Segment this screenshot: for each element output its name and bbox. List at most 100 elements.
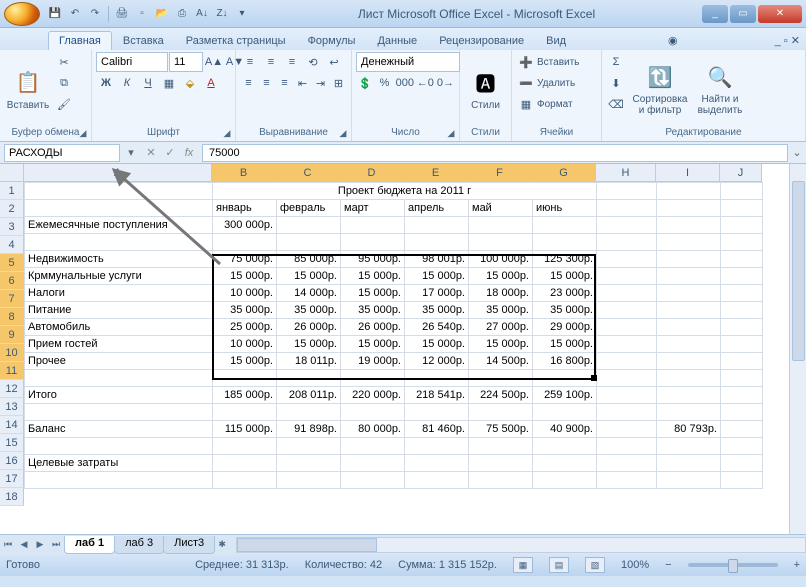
cell[interactable]: [277, 455, 341, 472]
fill-color-icon[interactable]: ⬙: [180, 73, 200, 93]
cell[interactable]: 15 000р.: [341, 268, 405, 285]
cell[interactable]: 26 540р.: [405, 319, 469, 336]
qat-dropdown-icon[interactable]: ▾: [233, 5, 251, 23]
delete-cells-icon[interactable]: ➖: [516, 73, 536, 93]
cell[interactable]: [597, 285, 657, 302]
cell[interactable]: [597, 336, 657, 353]
column-headers[interactable]: ABCDEFGHIJ: [24, 164, 762, 182]
font-launcher-icon[interactable]: ◢: [221, 127, 233, 139]
cell[interactable]: [657, 302, 721, 319]
sheet-tab-2[interactable]: лаб 3: [114, 536, 164, 554]
cell[interactable]: [405, 234, 469, 251]
row-header-2[interactable]: 2: [0, 200, 24, 218]
cell[interactable]: 17 000р.: [405, 285, 469, 302]
cell[interactable]: [25, 370, 213, 387]
insert-cells-icon[interactable]: ➕: [516, 52, 536, 72]
cell[interactable]: [597, 370, 657, 387]
cell[interactable]: [25, 183, 213, 200]
cell[interactable]: [721, 336, 763, 353]
align-bottom-icon[interactable]: ≡: [282, 52, 302, 72]
cell[interactable]: 75 500р.: [469, 421, 533, 438]
cell[interactable]: [721, 217, 763, 234]
page-layout-view-icon[interactable]: ▤: [549, 557, 569, 573]
bold-icon[interactable]: Ж: [96, 73, 116, 93]
cell[interactable]: 208 011р.: [277, 387, 341, 404]
cell[interactable]: [657, 455, 721, 472]
enter-formula-icon[interactable]: ✓: [161, 144, 179, 162]
cell[interactable]: [533, 438, 597, 455]
cell[interactable]: [25, 200, 213, 217]
cell[interactable]: [657, 370, 721, 387]
styles-button[interactable]: 🅰 Стили: [464, 52, 507, 126]
cell[interactable]: Питание: [25, 302, 213, 319]
cell[interactable]: Налоги: [25, 285, 213, 302]
cell[interactable]: [533, 404, 597, 421]
zoom-out-icon[interactable]: −: [665, 559, 671, 571]
cell[interactable]: [213, 472, 277, 489]
align-center-icon[interactable]: ≡: [258, 73, 275, 93]
currency-icon[interactable]: 💲: [356, 73, 374, 93]
row-header-4[interactable]: 4: [0, 236, 24, 254]
col-header-D[interactable]: D: [340, 164, 404, 182]
sort-desc-icon[interactable]: Z↓: [213, 5, 231, 23]
row-header-11[interactable]: 11: [0, 362, 24, 380]
cell[interactable]: [405, 404, 469, 421]
open-icon[interactable]: 📂: [153, 5, 171, 23]
cell[interactable]: [469, 438, 533, 455]
maximize-button[interactable]: ▭: [730, 5, 756, 23]
quick-print-icon[interactable]: ⎙: [173, 5, 191, 23]
cell[interactable]: 75 000р.: [213, 251, 277, 268]
row-header-6[interactable]: 6: [0, 272, 24, 290]
cell[interactable]: 23 000р.: [533, 285, 597, 302]
paste-button[interactable]: 📋 Вставить: [4, 52, 52, 126]
cell[interactable]: Ежемесячные поступления: [25, 217, 213, 234]
cell[interactable]: [597, 472, 657, 489]
formula-input[interactable]: 75000: [202, 144, 788, 162]
cell[interactable]: [721, 268, 763, 285]
cell[interactable]: 18 000р.: [469, 285, 533, 302]
cell[interactable]: 26 000р.: [277, 319, 341, 336]
cell[interactable]: 14 000р.: [277, 285, 341, 302]
cell[interactable]: [533, 370, 597, 387]
row-header-7[interactable]: 7: [0, 290, 24, 308]
cell[interactable]: [597, 455, 657, 472]
cell[interactable]: 18 011р.: [277, 353, 341, 370]
zoom-in-icon[interactable]: +: [794, 559, 800, 571]
cell[interactable]: [533, 234, 597, 251]
cell[interactable]: [657, 319, 721, 336]
tab-data[interactable]: Данные: [366, 31, 428, 50]
cell[interactable]: 95 000р.: [341, 251, 405, 268]
row-header-18[interactable]: 18: [0, 488, 24, 506]
cell[interactable]: [657, 387, 721, 404]
cell[interactable]: [341, 370, 405, 387]
office-button[interactable]: [4, 2, 40, 26]
prev-sheet-icon[interactable]: ◀: [16, 537, 32, 553]
col-header-B[interactable]: B: [212, 164, 276, 182]
cell[interactable]: март: [341, 200, 405, 217]
col-header-J[interactable]: J: [720, 164, 762, 182]
orientation-icon[interactable]: ⟲: [303, 52, 323, 72]
name-box[interactable]: РАСХОДЫ: [4, 144, 120, 162]
cell[interactable]: 115 000р.: [213, 421, 277, 438]
clear-icon[interactable]: ⌫: [606, 94, 626, 114]
cell[interactable]: 40 900р.: [533, 421, 597, 438]
cell[interactable]: [657, 404, 721, 421]
cell[interactable]: 14 500р.: [469, 353, 533, 370]
tab-formulas[interactable]: Формулы: [297, 31, 367, 50]
cell[interactable]: 16 800р.: [533, 353, 597, 370]
cell[interactable]: 35 000р.: [469, 302, 533, 319]
cell[interactable]: [341, 438, 405, 455]
sort-asc-icon[interactable]: A↓: [193, 5, 211, 23]
cell[interactable]: 15 000р.: [341, 285, 405, 302]
cell[interactable]: 19 000р.: [341, 353, 405, 370]
cell[interactable]: [213, 455, 277, 472]
cell[interactable]: [597, 200, 657, 217]
cell[interactable]: [533, 472, 597, 489]
cell[interactable]: 35 000р.: [213, 302, 277, 319]
cell[interactable]: 85 000р.: [277, 251, 341, 268]
fx-icon[interactable]: fx: [180, 144, 198, 162]
horizontal-scrollbar[interactable]: [236, 537, 806, 553]
fill-icon[interactable]: ⬇: [606, 73, 626, 93]
cell[interactable]: [469, 370, 533, 387]
cell[interactable]: 15 000р.: [405, 336, 469, 353]
